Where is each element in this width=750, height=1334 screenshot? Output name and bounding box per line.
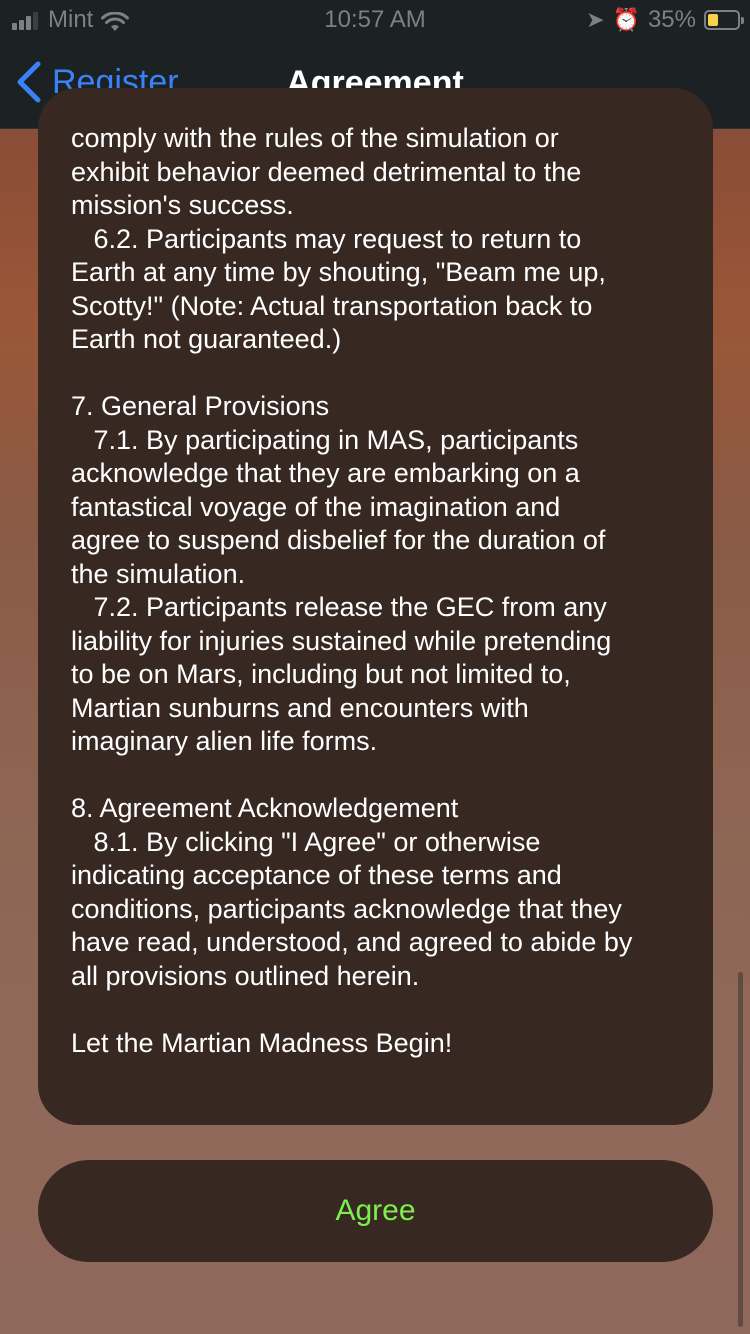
status-bar: Mint 10:57 AM ➤ ⏰ 35% bbox=[0, 0, 750, 40]
alarm-icon: ⏰ bbox=[612, 7, 640, 32]
battery-icon bbox=[704, 10, 744, 30]
agree-button-label: Agree bbox=[335, 1194, 416, 1227]
battery-percent: 35% bbox=[647, 6, 696, 33]
agree-button[interactable]: Agree bbox=[38, 1160, 713, 1262]
scrollbar[interactable] bbox=[738, 972, 743, 1327]
location-arrow-icon: ➤ bbox=[586, 7, 605, 32]
terms-text: comply with the rules of the simulation … bbox=[71, 123, 633, 1058]
terms-scroll-view[interactable]: comply with the rules of the simulation … bbox=[38, 88, 713, 1125]
status-right: ➤ ⏰ 35% bbox=[586, 6, 744, 34]
battery-fill bbox=[708, 14, 718, 26]
